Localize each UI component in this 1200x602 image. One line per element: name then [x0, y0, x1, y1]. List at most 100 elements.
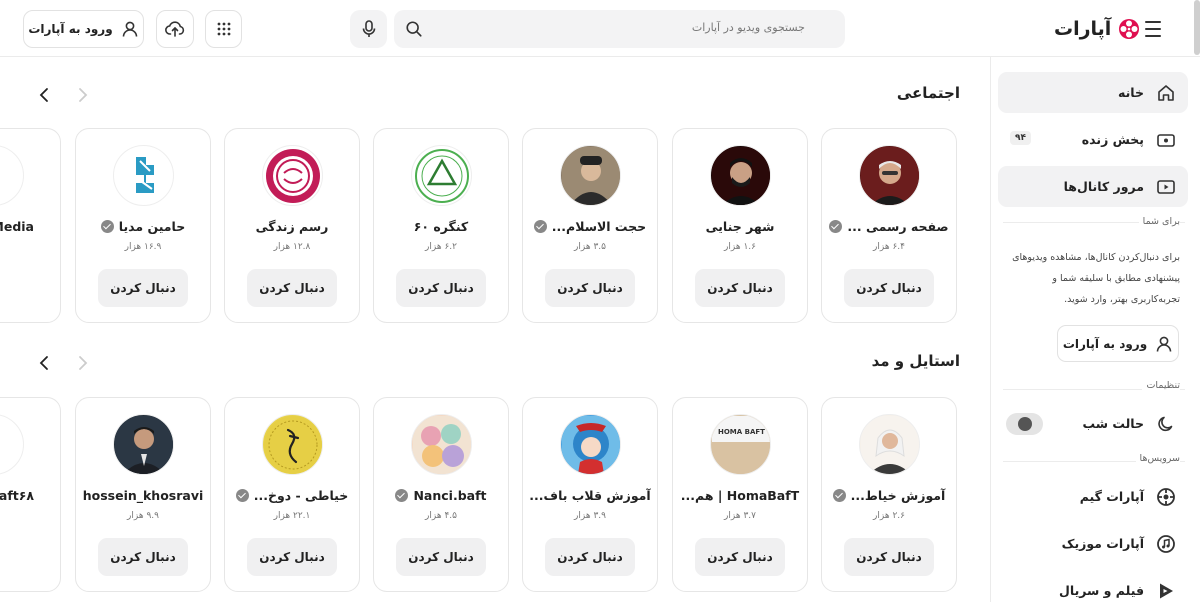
channel-card[interactable]: رسم زندگی ۱۲.۸ هزار دنبال کردن [224, 128, 360, 323]
follow-button[interactable]: دنبال کردن [247, 269, 337, 307]
sidebar-login-button[interactable]: ورود به آپارات [1057, 325, 1179, 362]
scroll-left-arrow-icon[interactable] [34, 85, 54, 105]
follow-button[interactable]: دنبال کردن [695, 538, 785, 576]
login-button-label: ورود به آپارات [28, 22, 113, 36]
scroll-right-arrow-icon[interactable] [73, 85, 93, 105]
channel-card[interactable]: baft۶۸ .۸ دنبال کردن [0, 397, 61, 592]
sidebar-item-home[interactable]: خانه [998, 72, 1188, 113]
channel-card[interactable]: صفحه رسمی ... ۶.۴ هزار دنبال کردن [821, 128, 957, 323]
user-icon [122, 21, 137, 37]
sidebar-item-label: پخش زنده [1081, 132, 1144, 147]
follow-button[interactable]: دنبال کردن [396, 538, 486, 576]
channel-card[interactable]: آموزش قلاب باف... ۳.۹ هزار دنبال کردن [522, 397, 658, 592]
channel-name: کنگره ۶۰ [413, 219, 469, 234]
channel-followers: ۹.۹ هزار [127, 511, 159, 521]
channel-card[interactable]: آموزش خیاط... ۲.۶ هزار دنبال کردن [821, 397, 957, 592]
voice-search-button[interactable] [350, 10, 387, 48]
music-icon [1156, 534, 1176, 554]
night-mode-toggle[interactable] [1006, 413, 1043, 435]
live-icon [1156, 130, 1176, 150]
sidebar-item-aparat-game[interactable]: آپارات گیم [998, 476, 1188, 517]
channel-avatar [262, 414, 323, 475]
follow-button[interactable]: دنبال کردن [98, 269, 188, 307]
channel-card[interactable]: حامین مدیا ۱۶.۹ هزار دنبال کردن [75, 128, 211, 323]
header: آپارات جستجوی ویدیو در آپارات ورود به آپ… [0, 0, 1200, 57]
channel-avatar [859, 145, 920, 206]
channel-followers: ۳.۷ هزار [724, 511, 756, 521]
search-icon[interactable] [405, 20, 423, 38]
grid-dots-icon [217, 22, 230, 36]
channel-card[interactable]: شهر جنایی ۱.۶ هزار دنبال کردن [672, 128, 808, 323]
verified-badge-icon [395, 489, 409, 502]
sidebar-item-label: خانه [1118, 85, 1144, 100]
channel-avatar [411, 414, 472, 475]
follow-button[interactable]: دنبال کردن [396, 269, 486, 307]
hamburger-menu-icon[interactable] [1142, 19, 1164, 39]
page-scrollbar[interactable] [1194, 0, 1200, 55]
logo-text: آپارات [1054, 18, 1112, 40]
logo[interactable]: آپارات [1054, 14, 1141, 44]
channel-avatar [859, 414, 920, 475]
search-input[interactable]: جستجوی ویدیو در آپارات [692, 21, 805, 34]
channel-card[interactable]: d Media دنبال کردن [0, 128, 61, 323]
sidebar-item-label: مرور کانال‌ها [1063, 179, 1144, 194]
user-icon [1156, 336, 1172, 352]
channel-avatar [113, 414, 174, 475]
channel-card[interactable]: Nanci.baft ۴.۵ هزار دنبال کردن [373, 397, 509, 592]
channel-avatar [411, 145, 472, 206]
toggle-knob [1018, 417, 1032, 431]
svg-text:HOMA BAFT: HOMA BAFT [718, 428, 765, 436]
channel-followers: ۶.۴ هزار [873, 242, 905, 252]
channel-avatar [0, 414, 24, 475]
upload-button[interactable] [156, 10, 194, 48]
search-box[interactable]: جستجوی ویدیو در آپارات [394, 10, 845, 48]
channel-followers: ۲.۶ هزار [873, 511, 905, 521]
follow-button[interactable]: دنبال کردن [844, 538, 934, 576]
sidebar-item-label: آپارات موزیک [1061, 536, 1144, 551]
login-button[interactable]: ورود به آپارات [23, 10, 144, 48]
sidebar-item-film-series[interactable]: فیلم و سریال [998, 570, 1188, 602]
cloud-upload-icon [165, 21, 185, 37]
sidebar-item-live[interactable]: پخش زنده ۹۴ [998, 119, 1188, 160]
channel-name: حجت الاسلام... [527, 219, 653, 234]
follow-button[interactable]: دنبال کردن [545, 269, 635, 307]
channel-avatar [710, 145, 771, 206]
channel-followers: ۱۲.۸ هزار [273, 242, 311, 252]
follow-button[interactable]: دنبال کردن [247, 538, 337, 576]
channel-followers: ۳.۵ هزار [574, 242, 606, 252]
verified-badge-icon [533, 220, 547, 233]
scroll-left-arrow-icon[interactable] [34, 353, 54, 373]
channel-avatar: HOMA BAFT [710, 414, 771, 475]
channel-avatar [560, 414, 621, 475]
channel-name: آموزش قلاب باف... [529, 488, 651, 503]
channel-followers: ۳.۹ هزار [574, 511, 606, 521]
follow-button[interactable]: دنبال کردن [695, 269, 785, 307]
channel-card[interactable]: کنگره ۶۰ ۶.۲ هزار دنبال کردن [373, 128, 509, 323]
sidebar: خانه پخش زنده ۹۴ مرور کانال‌ها برای شما … [990, 57, 1200, 602]
channel-card[interactable]: خیاطی - دوخ... ۲۲.۱ هزار دنبال کردن [224, 397, 360, 592]
channel-card[interactable]: hossein_khosravi ۹.۹ هزار دنبال کردن [75, 397, 211, 592]
services-caption: سرویس‌ها [1135, 453, 1180, 464]
for-you-description: برای دنبال‌کردن کانال‌ها، مشاهده ویدیوها… [1012, 252, 1180, 305]
sidebar-item-aparat-music[interactable]: آپارات موزیک [998, 523, 1188, 564]
follow-button[interactable]: دنبال کردن [545, 538, 635, 576]
sidebar-item-channels[interactable]: مرور کانال‌ها [998, 166, 1188, 207]
channel-avatar [560, 145, 621, 206]
channel-followers: ۱.۶ هزار [724, 242, 756, 252]
channel-name: Nanci.baft [378, 488, 504, 503]
sidebar-item-label: فیلم و سریال [1059, 583, 1144, 598]
verified-badge-icon [235, 489, 249, 502]
scroll-right-arrow-icon[interactable] [73, 353, 93, 373]
channel-name: حامین مدیا [80, 219, 206, 234]
channel-card[interactable]: HOMA BAFT HomaBafT | هم... ۳.۷ هزار دنبا… [672, 397, 808, 592]
follow-button[interactable]: دنبال کردن [844, 269, 934, 307]
moon-icon [1156, 414, 1176, 434]
channel-avatar [113, 145, 174, 206]
channel-name: خیاطی - دوخ... [229, 488, 355, 503]
settings-caption: تنظیمات [1142, 380, 1180, 391]
channel-followers: ۲۲.۱ هزار [273, 511, 311, 521]
apps-button[interactable] [205, 10, 242, 48]
channel-card[interactable]: حجت الاسلام... ۳.۵ هزار دنبال کردن [522, 128, 658, 323]
channel-name: d Media [0, 219, 34, 234]
follow-button[interactable]: دنبال کردن [98, 538, 188, 576]
